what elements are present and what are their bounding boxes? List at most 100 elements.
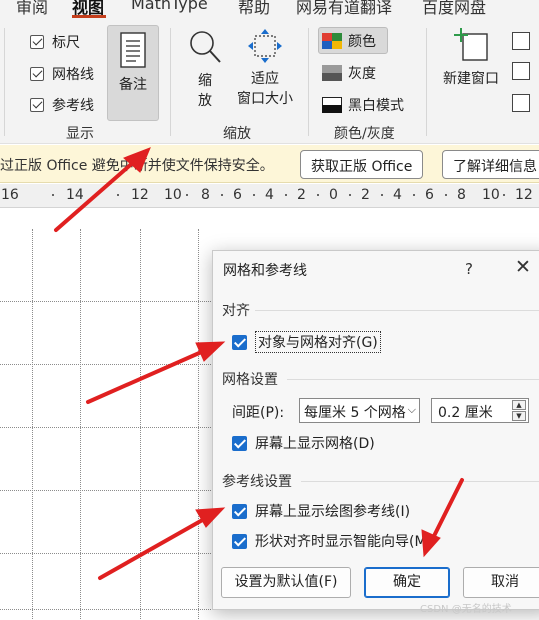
show-guides-option[interactable]: 屏幕上显示绘图参考线(I) xyxy=(232,501,410,521)
spacing-value-input[interactable]: 0.2 厘米 ▲ ▼ xyxy=(431,398,529,423)
show-grid-label: 屏幕上显示网格(D) xyxy=(255,436,375,452)
ruler-number: 16 xyxy=(1,187,19,203)
tab-youdao-translate[interactable]: 网易有道翻译 xyxy=(296,0,392,18)
guides-section-label: 参考线设置 xyxy=(222,474,292,490)
ruler-tick xyxy=(186,194,188,196)
ruler-number: 0 xyxy=(329,187,338,203)
ruler-tick xyxy=(117,194,119,196)
fit-to-window-button[interactable]: 适应 窗口大小 xyxy=(232,28,298,118)
spin-down-icon[interactable]: ▼ xyxy=(512,411,526,421)
ruler-number: 2 xyxy=(297,187,306,203)
help-icon[interactable]: ? xyxy=(465,260,473,278)
ruler-checkbox-row[interactable]: 标尺 xyxy=(30,32,80,52)
new-window-icon xyxy=(454,28,488,61)
zoom-group-label: 缩放 xyxy=(223,126,251,142)
black-white-swatch-icon xyxy=(322,97,342,113)
ruler-number: 12 xyxy=(515,187,533,203)
dialog-title: 网格和参考线 xyxy=(223,263,307,279)
section-divider xyxy=(301,481,539,482)
group-separator xyxy=(170,28,171,136)
grid-section-label: 网格设置 xyxy=(222,372,278,388)
ruler-number: 6 xyxy=(425,187,434,203)
color-swatch-icon xyxy=(322,32,342,49)
show-guides-checkbox[interactable] xyxy=(232,503,247,519)
tab-baidu-netdisk[interactable]: 百度网盘 xyxy=(422,0,486,18)
color-label: 颜色 xyxy=(348,33,376,50)
smart-guides-checkbox[interactable] xyxy=(232,533,247,549)
snap-to-grid-checkbox[interactable] xyxy=(232,334,247,350)
color-option[interactable]: 颜色 xyxy=(318,27,388,54)
show-grid-checkbox[interactable] xyxy=(232,435,247,451)
gridline xyxy=(140,229,141,620)
black-white-label: 黑白模式 xyxy=(348,98,404,114)
close-icon[interactable]: ✕ xyxy=(515,256,531,278)
ruler-checkbox[interactable] xyxy=(30,35,44,49)
ruler-number: 12 xyxy=(131,187,149,203)
tab-review[interactable]: 审阅 xyxy=(16,0,48,18)
chevron-down-icon: ⌵ xyxy=(407,403,416,416)
get-genuine-office-button[interactable]: 获取正版 Office xyxy=(300,150,424,179)
spin-up-icon[interactable]: ▲ xyxy=(512,400,526,410)
tab-mathtype[interactable]: MathType xyxy=(131,0,208,13)
set-as-default-button[interactable]: 设置为默认值(F) xyxy=(221,567,351,598)
zoom-label-line2: 放 xyxy=(198,93,212,109)
learn-more-button[interactable]: 了解详细信息 xyxy=(442,150,539,179)
spacing-value: 0.2 厘米 xyxy=(438,405,493,421)
new-window-label: 新建窗口 xyxy=(443,71,499,87)
smart-guides-label: 形状对齐时显示智能向导(M) xyxy=(255,534,433,550)
guides-label: 参考线 xyxy=(52,98,94,114)
ruler-number: 4 xyxy=(265,187,274,203)
move-split-icon[interactable] xyxy=(512,94,530,112)
guides-checkbox[interactable] xyxy=(30,98,44,112)
cascade-icon[interactable] xyxy=(512,62,530,80)
ruler-number: 6 xyxy=(233,187,242,203)
zoom-label-line1: 缩 xyxy=(198,73,212,89)
tab-help[interactable]: 帮助 xyxy=(238,0,270,18)
show-grid-option[interactable]: 屏幕上显示网格(D) xyxy=(232,433,375,453)
ruler-number: 8 xyxy=(201,187,210,203)
ruler-tick xyxy=(317,194,319,196)
gridlines-checkbox-row[interactable]: 网格线 xyxy=(30,64,94,84)
ruler-label: 标尺 xyxy=(52,35,80,51)
grayscale-label: 灰度 xyxy=(348,66,376,82)
ruler-tick xyxy=(221,194,223,196)
ruler-number: 2 xyxy=(361,187,370,203)
fit-label-line1: 适应 xyxy=(251,71,279,87)
align-section-label: 对齐 xyxy=(222,303,250,319)
gridline xyxy=(32,229,33,620)
ruler-number: 4 xyxy=(393,187,402,203)
notes-button[interactable]: 备注 xyxy=(107,25,159,121)
cancel-button[interactable]: 取消 xyxy=(463,567,539,598)
ruler-tick xyxy=(445,194,447,196)
notes-label: 备注 xyxy=(119,77,147,93)
section-divider xyxy=(255,310,539,311)
black-white-option[interactable]: 黑白模式 xyxy=(322,95,404,115)
grid-and-guides-dialog: 网格和参考线 ? ✕ 对齐 对象与网格对齐(G) 网格设置 间距(P): 每厘米… xyxy=(212,250,539,610)
gridlines-checkbox[interactable] xyxy=(30,67,44,81)
color-group-label: 颜色/灰度 xyxy=(334,126,395,142)
spacing-label: 间距(P): xyxy=(232,405,285,421)
smart-guides-option[interactable]: 形状对齐时显示智能向导(M) xyxy=(232,531,432,551)
gridline xyxy=(80,229,81,620)
ok-button[interactable]: 确定 xyxy=(364,567,450,598)
spacing-select[interactable]: 每厘米 5 个网格 ⌵ xyxy=(299,398,420,423)
arrange-all-icon[interactable] xyxy=(512,32,530,50)
ruler-number: 10 xyxy=(164,187,182,203)
ribbon: 标尺 网格线 参考线 备注 显示 缩 放 适应 窗口大小 缩放 颜色 灰度 黑白… xyxy=(0,18,539,155)
section-divider xyxy=(287,379,539,380)
zoom-button[interactable]: 缩 放 xyxy=(184,28,226,118)
horizontal-ruler[interactable]: 16 14 12 10 8 6 4 2 0 2 4 6 8 10 12 xyxy=(0,184,539,208)
gridlines-label: 网格线 xyxy=(52,67,94,83)
new-window-button[interactable]: 新建窗口 xyxy=(438,26,504,96)
ruler-tick xyxy=(381,194,383,196)
grayscale-swatch-icon xyxy=(322,65,342,81)
guides-checkbox-row[interactable]: 参考线 xyxy=(30,95,94,115)
ruler-number: 10 xyxy=(482,187,500,203)
watermark: CSDN @无名的技术 xyxy=(420,604,512,615)
snap-to-grid-option[interactable]: 对象与网格对齐(G) xyxy=(232,331,381,353)
ruler-tick xyxy=(413,194,415,196)
grayscale-option[interactable]: 灰度 xyxy=(322,63,376,83)
show-guides-label: 屏幕上显示绘图参考线(I) xyxy=(255,504,411,520)
gridline xyxy=(198,229,199,620)
show-group-label: 显示 xyxy=(66,126,94,142)
